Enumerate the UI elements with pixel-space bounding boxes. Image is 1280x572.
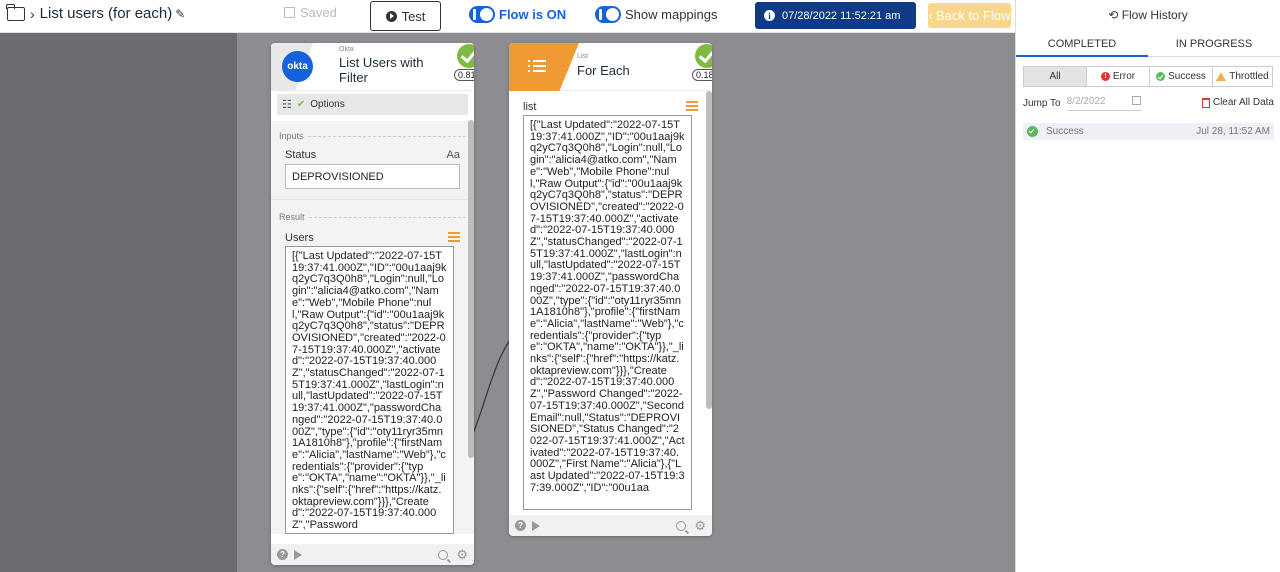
chevron-left-icon: ‹ (928, 8, 933, 23)
options-row[interactable]: ☷ ✔ Options (277, 94, 468, 115)
list-type-icon (448, 232, 460, 242)
saved-button[interactable]: Saved (284, 5, 337, 20)
test-button[interactable]: Test (370, 1, 441, 31)
list-for-each-card[interactable]: List For Each 0.187s list [{"Last Update… (509, 43, 712, 536)
duration-badge: 0.187s (692, 69, 712, 81)
card-scrollbar[interactable] (468, 120, 474, 458)
card-header[interactable]: List For Each 0.187s (509, 43, 712, 91)
breadcrumb: › List users (for each) ✎ (6, 3, 185, 22)
play-icon[interactable] (294, 549, 302, 560)
saved-label: Saved (300, 5, 337, 20)
jump-label: Jump To (1023, 98, 1061, 109)
pencil-icon[interactable]: ✎ (175, 7, 185, 21)
jump-to-date: Jump To 8/2/2022 (1023, 96, 1141, 111)
play-icon[interactable] (532, 520, 540, 531)
help-icon[interactable]: ? (515, 520, 526, 531)
filter-all[interactable]: All (1023, 66, 1087, 87)
mappings-label: Show mappings (625, 7, 718, 22)
trash-icon (1201, 97, 1210, 108)
help-icon[interactable]: ? (277, 549, 288, 560)
calendar-icon[interactable] (1131, 96, 1141, 105)
card-title: For Each (577, 63, 630, 78)
save-disk-icon (284, 7, 295, 18)
tab-in-progress[interactable]: IN PROGRESS (1148, 33, 1280, 57)
status-input[interactable]: DEPROVISIONED (285, 164, 460, 189)
search-icon[interactable] (438, 549, 449, 560)
panel-title: ⟲ Flow History (1108, 8, 1188, 22)
app-label: Okta (339, 46, 354, 53)
execution-timestamp: 07/28/2022 11:52:21 am (782, 9, 901, 22)
left-gutter (0, 33, 237, 572)
history-icon: ⟲ (1108, 8, 1119, 22)
card-header[interactable]: okta Okta List Users with Filter 0.813s (271, 43, 474, 91)
card-footer: ? ⚙ (271, 544, 474, 565)
warning-icon (1216, 72, 1227, 81)
success-check-icon (457, 44, 474, 68)
filter-throttled[interactable]: Throttled (1212, 66, 1273, 87)
duration-badge: 0.813s (454, 69, 474, 81)
card-footer: ? ⚙ (509, 515, 712, 536)
chevron-right-icon: › (30, 5, 35, 22)
status-filters: All ! Error Success Throttled (1023, 66, 1273, 87)
card-scrollbar[interactable] (706, 91, 712, 409)
options-label: Options (310, 99, 345, 110)
flow-status-label: Flow is ON (499, 7, 567, 22)
gear-icon[interactable]: ⚙ (456, 547, 468, 563)
tab-completed[interactable]: COMPLETED (1016, 33, 1148, 57)
history-tabs: COMPLETED IN PROGRESS (1016, 33, 1280, 57)
success-check-icon (695, 44, 712, 68)
list-input-box[interactable]: [{"Last Updated":"2022-07-15T19:37:41.00… (523, 115, 692, 510)
status-field-label: Status (285, 149, 317, 161)
success-icon (1027, 126, 1038, 137)
error-icon: ! (1100, 72, 1110, 81)
flow-on-toggle[interactable]: Flow is ON (469, 6, 566, 23)
info-icon: i (764, 10, 775, 21)
filter-error[interactable]: ! Error (1086, 66, 1150, 87)
history-row[interactable]: Success Jul 28, 11:52 AM (1023, 123, 1274, 140)
play-icon (385, 10, 397, 22)
clear-all-data-button[interactable]: Clear All Data (1201, 97, 1274, 108)
gear-icon[interactable]: ⚙ (694, 518, 706, 534)
okta-list-users-card[interactable]: okta Okta List Users with Filter 0.813s … (271, 43, 474, 565)
history-row-status: Success (1046, 126, 1084, 137)
top-bar: › List users (for each) ✎ Saved Test Flo… (0, 0, 1015, 33)
users-field-label: Users (285, 232, 314, 244)
filter-success[interactable]: Success (1149, 66, 1213, 87)
search-icon[interactable] (676, 520, 687, 531)
execution-timestamp-badge: i 07/28/2022 11:52:21 am (755, 2, 916, 29)
show-mappings-toggle[interactable]: Show mappings (595, 6, 718, 23)
toggle-switch-icon (469, 6, 495, 23)
okta-logo-icon: okta (282, 51, 313, 82)
jump-date-input[interactable]: 8/2/2022 (1066, 96, 1141, 111)
result-section-label: Result (271, 212, 474, 222)
back-label: Back to Flow (935, 8, 1011, 23)
list-type-icon (686, 101, 698, 111)
history-row-time: Jul 28, 11:52 AM (1196, 126, 1270, 137)
list-icon (528, 58, 546, 74)
list-field-label: list (523, 101, 537, 113)
toggle-switch-icon (595, 6, 621, 23)
test-label: Test (401, 8, 426, 24)
success-icon (1156, 72, 1166, 81)
checkmark-icon: ✔ (296, 99, 306, 110)
users-output-box[interactable]: [{"Last Updated":"2022-07-15T19:37:41.00… (285, 246, 454, 534)
back-to-flow-button[interactable]: ‹ Back to Flow (928, 3, 1011, 28)
text-type-icon: Aa (446, 149, 460, 161)
app-label: List (577, 53, 588, 60)
flow-name[interactable]: List users (for each) (40, 5, 173, 22)
inputs-section-label: Inputs (271, 131, 474, 141)
sliders-icon: ☷ (282, 99, 292, 111)
card-title: List Users with Filter (339, 55, 424, 85)
folder-icon[interactable] (6, 3, 25, 21)
flow-history-panel: ⟲ Flow History COMPLETED IN PROGRESS All… (1015, 0, 1280, 572)
